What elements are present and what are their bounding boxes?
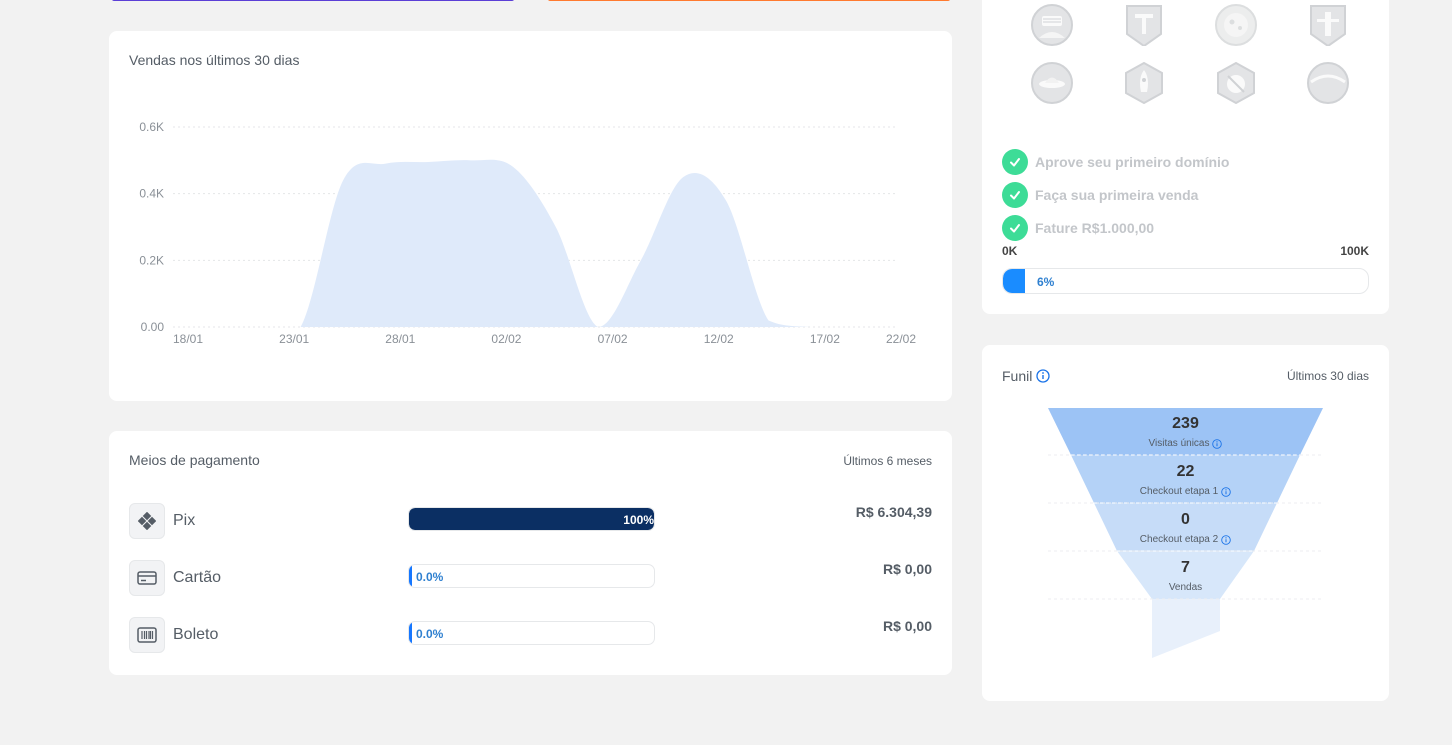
payment-row-pix: Pix 100% R$ 6.304,39 <box>129 503 932 539</box>
achievements-card: Aprove seu primeiro domínio Faça sua pri… <box>982 0 1389 314</box>
payment-row-boleto: Boleto 0.0% R$ 0,00 <box>129 617 932 653</box>
payment-label-boleto: Boleto <box>173 626 219 643</box>
funnel-stage-label: Checkout etapa 1 <box>1140 486 1231 497</box>
satellite-badge-icon <box>1217 62 1255 104</box>
funnel-stage-value: 7 <box>1181 559 1190 576</box>
checklist-label: Fature R$1.000,00 <box>1035 220 1155 236</box>
x-tick-label: 28/01 <box>385 332 415 346</box>
payment-methods-card: Meios de pagamento Últimos 6 meses Pix 1… <box>109 431 952 675</box>
ufo-badge-icon <box>1031 62 1073 104</box>
x-tick-label: 18/01 <box>173 332 203 346</box>
revenue-progress-bar: 6% <box>1002 268 1369 294</box>
info-icon[interactable] <box>1212 438 1223 449</box>
lighthouse-badge-icon <box>1310 5 1346 46</box>
sales-area-chart: 0.00 0.2K 0.4K 0.6K 18/01 23/01 28/01 02/02 07/0… <box>139 120 916 346</box>
funnel-stage-label: Visitas únicas <box>1149 438 1223 449</box>
hammer-badge-icon <box>1126 5 1162 46</box>
funnel-stage-label-text: Checkout etapa 2 <box>1139 534 1219 545</box>
payment-bar-pix: 100% <box>408 507 655 531</box>
y-tick-label: 0.2K <box>139 253 164 267</box>
payment-percent-card: 0.0% <box>416 570 444 584</box>
payment-bar-card: 0.0% <box>408 564 655 588</box>
moon-badge-icon <box>1215 4 1257 46</box>
x-tick-label: 23/01 <box>279 332 309 346</box>
funnel-card: Funil Últimos 30 dias 239 Visitas únicas… <box>982 345 1389 701</box>
top-card-accent-purple <box>112 0 514 1</box>
funnel-stage-visits: 239 Visitas únicas <box>1048 415 1323 451</box>
payment-bar-fill-pix <box>409 508 654 530</box>
payment-methods-title: Meios de pagamento <box>129 452 260 468</box>
funnel-stage-label: Vendas <box>1169 582 1202 593</box>
payment-amount-pix: R$ 6.304,39 <box>855 504 932 520</box>
sales-chart-card: Vendas nos últimos 30 dias 0.00 0.2K 0.4K 0… <box>109 31 952 401</box>
flag-badge-icon <box>1031 4 1073 46</box>
credit-card-icon <box>129 560 165 596</box>
x-tick-label: 17/02 <box>810 332 840 346</box>
x-tick-label: 22/02 <box>886 332 916 346</box>
revenue-progress-text: 6% <box>1037 275 1055 289</box>
payment-amount-card: R$ 0,00 <box>882 561 932 577</box>
planet-badge-icon <box>1307 62 1349 104</box>
check-icon <box>1002 182 1028 208</box>
progress-range-max: 100K <box>1340 244 1369 258</box>
barcode-icon <box>129 617 165 653</box>
payment-bar-fill-boleto <box>409 622 412 644</box>
payment-label-pix: Pix <box>173 512 196 529</box>
top-card-accent-orange <box>548 0 950 1</box>
payment-bar-fill-card <box>409 565 412 587</box>
x-tick-label: 12/02 <box>704 332 734 346</box>
y-tick-label: 0.4K <box>139 187 164 201</box>
funnel-tail-shape <box>1152 599 1220 658</box>
funnel-stage-label: Checkout etapa 2 <box>1140 534 1231 545</box>
x-tick-label: 02/02 <box>491 332 521 346</box>
funnel-stage-label-text: Vendas <box>1168 582 1203 593</box>
funnel-stage-value: 239 <box>1172 415 1199 432</box>
payment-amount-boleto: R$ 0,00 <box>882 618 932 634</box>
revenue-progress-fill <box>1003 269 1025 293</box>
check-icon <box>1002 215 1028 241</box>
rocket-badge-icon <box>1125 62 1163 104</box>
payment-label-card: Cartão <box>173 569 222 586</box>
y-tick-label: 0.6K <box>139 120 164 134</box>
funnel-stage-checkout-2: 0 Checkout etapa 2 <box>1048 511 1323 547</box>
funnel-stage-checkout-1: 22 Checkout etapa 1 <box>1048 463 1323 499</box>
info-icon[interactable] <box>1221 486 1231 497</box>
payment-percent-boleto: 0.0% <box>416 627 444 641</box>
progress-range-min: 0K <box>1002 244 1018 258</box>
payment-bar-boleto: 0.0% <box>408 621 655 645</box>
check-icon <box>1002 149 1028 175</box>
funnel-stage-sales: 7 Vendas <box>1048 559 1323 595</box>
funnel-stage-value: 0 <box>1181 511 1190 528</box>
funnel-stage-value: 22 <box>1176 463 1195 480</box>
pix-icon <box>129 503 165 539</box>
funnel-stage-label-text: Checkout etapa 1 <box>1139 486 1219 497</box>
funnel-stage-label-text: Visitas únicas <box>1148 438 1210 449</box>
payment-row-card: Cartão 0.0% R$ 0,00 <box>129 560 932 596</box>
y-tick-label: 0.00 <box>141 320 165 334</box>
sales-area-series <box>173 159 896 327</box>
payment-methods-period: Últimos 6 meses <box>843 454 932 468</box>
checklist-label: Aprove seu primeiro domínio <box>1035 154 1230 170</box>
checklist-label: Faça sua primeira venda <box>1035 187 1199 203</box>
payment-percent-pix: 100% <box>623 513 654 527</box>
x-tick-label: 07/02 <box>598 332 628 346</box>
info-icon[interactable] <box>1221 534 1231 545</box>
